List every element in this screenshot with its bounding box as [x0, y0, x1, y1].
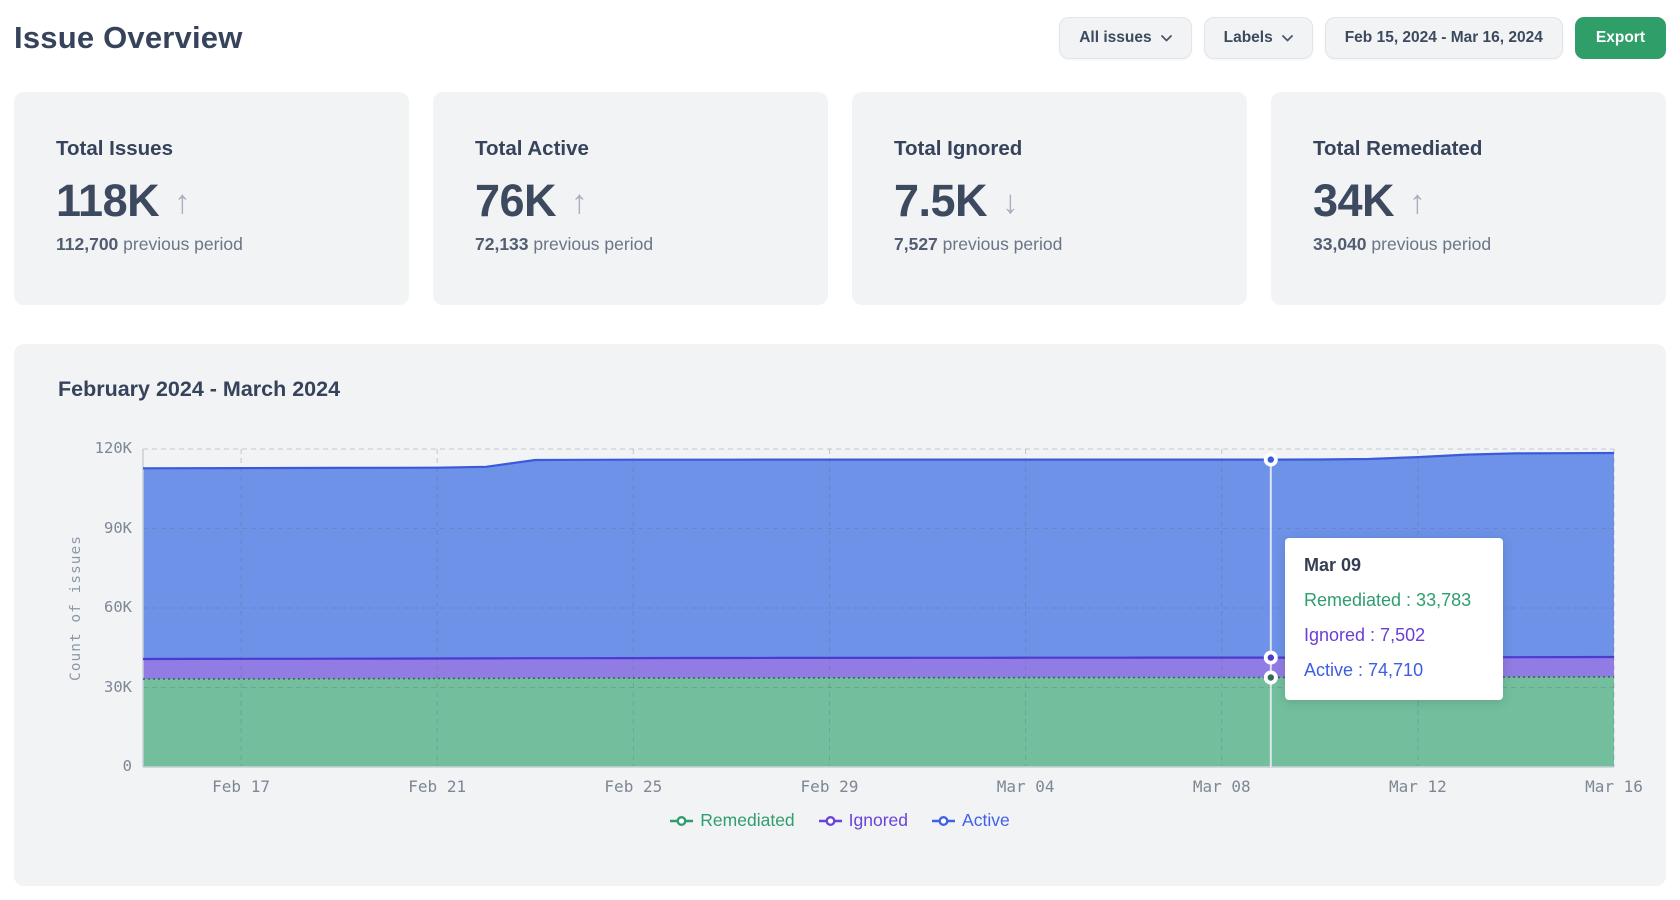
tooltip-row: Ignored : 7,502: [1304, 625, 1484, 646]
legend-marker-icon: [932, 815, 955, 827]
stat-card-value: 76K: [475, 175, 556, 227]
x-tick-label: Feb 21: [391, 777, 483, 796]
stat-card-previous: 112,700 previous period: [56, 234, 367, 255]
stat-card-total-active: Total Active 76K ↑ 72,133 previous perio…: [433, 92, 828, 305]
stat-card-previous: 7,527 previous period: [894, 234, 1205, 255]
legend-marker-icon: [670, 815, 693, 827]
stat-card-total-remediated: Total Remediated 34K ↑ 33,040 previous p…: [1271, 92, 1666, 305]
labels-dropdown[interactable]: Labels: [1204, 17, 1313, 59]
tooltip-row: Active : 74,710: [1304, 660, 1484, 681]
page-title: Issue Overview: [14, 20, 243, 56]
x-tick-label: Feb 25: [587, 777, 679, 796]
x-tick-label: Mar 12: [1372, 777, 1464, 796]
issue-overview-page: Issue Overview All issues Labels Feb 15,…: [0, 0, 1680, 900]
trend-down-icon: ↓: [1002, 185, 1019, 218]
legend-label: Active: [962, 810, 1010, 831]
x-tick-label: Mar 04: [980, 777, 1072, 796]
stat-card-value: 7.5K: [894, 175, 987, 227]
chevron-down-icon: [1161, 35, 1172, 42]
y-tick-label: 0: [60, 757, 132, 775]
y-tick-label: 30K: [60, 678, 132, 696]
all-issues-dropdown[interactable]: All issues: [1059, 17, 1191, 59]
chevron-down-icon: [1282, 35, 1293, 42]
labels-dropdown-label: Labels: [1224, 29, 1273, 47]
date-range-button[interactable]: Feb 15, 2024 - Mar 16, 2024: [1325, 17, 1563, 59]
stat-card-title: Total Remediated: [1313, 137, 1624, 161]
chart-title: February 2024 - March 2024: [58, 377, 340, 402]
tooltip-row: Remediated : 33,783: [1304, 590, 1484, 611]
legend-item-active[interactable]: Active: [932, 810, 1010, 831]
stat-card-total-issues: Total Issues 118K ↑ 112,700 previous per…: [14, 92, 409, 305]
stat-cards-row: Total Issues 118K ↑ 112,700 previous per…: [14, 92, 1666, 305]
stat-card-title: Total Issues: [56, 137, 367, 161]
topbar: Issue Overview All issues Labels Feb 15,…: [14, 0, 1666, 76]
all-issues-dropdown-label: All issues: [1079, 29, 1151, 47]
y-tick-label: 120K: [60, 439, 132, 457]
y-tick-label: 90K: [60, 519, 132, 537]
legend-marker-icon: [819, 815, 842, 827]
x-tick-label: Mar 08: [1176, 777, 1268, 796]
legend-item-remediated[interactable]: Remediated: [670, 810, 794, 831]
trend-up-icon: ↑: [174, 185, 191, 218]
y-tick-label: 60K: [60, 598, 132, 616]
export-button[interactable]: Export: [1575, 17, 1666, 59]
legend-label: Ignored: [849, 810, 908, 831]
topbar-controls: All issues Labels Feb 15, 2024 - Mar 16,…: [1059, 17, 1666, 59]
stat-card-previous: 72,133 previous period: [475, 234, 786, 255]
chart-legend: Remediated Ignored Active: [14, 810, 1666, 831]
legend-item-ignored[interactable]: Ignored: [819, 810, 908, 831]
stat-card-value: 118K: [56, 175, 159, 227]
x-tick-label: Feb 17: [195, 777, 287, 796]
stat-card-total-ignored: Total Ignored 7.5K ↓ 7,527 previous peri…: [852, 92, 1247, 305]
x-tick-label: Feb 29: [783, 777, 875, 796]
stat-card-title: Total Active: [475, 137, 786, 161]
trend-up-icon: ↑: [571, 185, 588, 218]
chart-panel: February 2024 - March 2024 Count of issu…: [14, 344, 1666, 886]
stat-card-value: 34K: [1313, 175, 1394, 227]
stat-card-title: Total Ignored: [894, 137, 1205, 161]
date-range-label: Feb 15, 2024 - Mar 16, 2024: [1345, 29, 1543, 47]
stat-card-previous: 33,040 previous period: [1313, 234, 1624, 255]
legend-label: Remediated: [700, 810, 794, 831]
trend-up-icon: ↑: [1409, 185, 1426, 218]
x-tick-label: Mar 16: [1568, 777, 1660, 796]
chart-tooltip: Mar 09 Remediated : 33,783 Ignored : 7,50…: [1285, 538, 1503, 700]
tooltip-date: Mar 09: [1304, 555, 1484, 576]
